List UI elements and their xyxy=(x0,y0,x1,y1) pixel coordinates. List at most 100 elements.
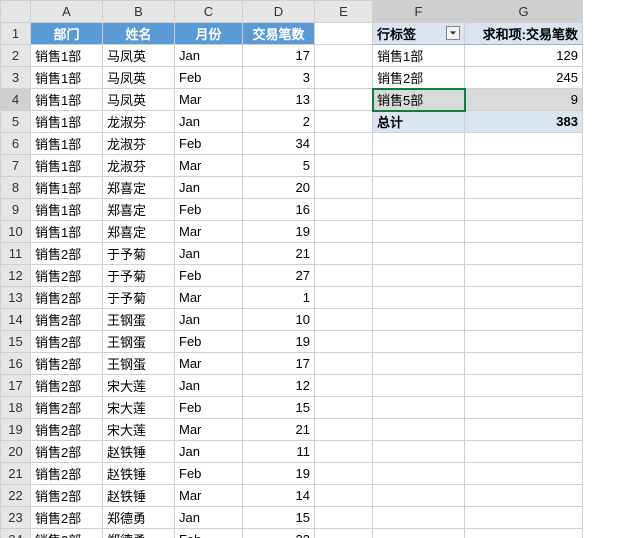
cell-A13[interactable]: 销售2部 xyxy=(31,287,103,309)
cell-C7[interactable]: Mar xyxy=(175,155,243,177)
cell-B24[interactable]: 郑德勇 xyxy=(103,529,175,538)
cell-E7[interactable] xyxy=(315,155,373,177)
main-header-A[interactable]: 部门 xyxy=(31,23,103,45)
cell-B8[interactable]: 郑喜定 xyxy=(103,177,175,199)
cell-C16[interactable]: Mar xyxy=(175,353,243,375)
cell-F6[interactable] xyxy=(373,133,465,155)
row-header-24[interactable]: 24 xyxy=(1,529,31,538)
cell-F9[interactable] xyxy=(373,199,465,221)
cell-E9[interactable] xyxy=(315,199,373,221)
cell-G18[interactable] xyxy=(465,397,583,419)
cell-A23[interactable]: 销售2部 xyxy=(31,507,103,529)
row-header-5[interactable]: 5 xyxy=(1,111,31,133)
cell-B5[interactable]: 龙淑芬 xyxy=(103,111,175,133)
main-header-D[interactable]: 交易笔数 xyxy=(243,23,315,45)
col-header-D[interactable]: D xyxy=(243,1,315,23)
cell-A20[interactable]: 销售2部 xyxy=(31,441,103,463)
cell-A2[interactable]: 销售1部 xyxy=(31,45,103,67)
cell-E4[interactable] xyxy=(315,89,373,111)
col-header-C[interactable]: C xyxy=(175,1,243,23)
cell-F14[interactable] xyxy=(373,309,465,331)
cell-E17[interactable] xyxy=(315,375,373,397)
cell-B7[interactable]: 龙淑芬 xyxy=(103,155,175,177)
cell-F11[interactable] xyxy=(373,243,465,265)
cell-E8[interactable] xyxy=(315,177,373,199)
row-header-9[interactable]: 9 xyxy=(1,199,31,221)
select-all-corner[interactable] xyxy=(1,1,31,23)
cell-B11[interactable]: 于予菊 xyxy=(103,243,175,265)
cell-B23[interactable]: 郑德勇 xyxy=(103,507,175,529)
cell-D12[interactable]: 27 xyxy=(243,265,315,287)
cell-F17[interactable] xyxy=(373,375,465,397)
cell-C22[interactable]: Mar xyxy=(175,485,243,507)
cell-D10[interactable]: 19 xyxy=(243,221,315,243)
cell-A18[interactable]: 销售2部 xyxy=(31,397,103,419)
row-header-7[interactable]: 7 xyxy=(1,155,31,177)
cell-D6[interactable]: 34 xyxy=(243,133,315,155)
cell-E19[interactable] xyxy=(315,419,373,441)
cell-F20[interactable] xyxy=(373,441,465,463)
cell-G13[interactable] xyxy=(465,287,583,309)
cell-E5[interactable] xyxy=(315,111,373,133)
cell-G24[interactable] xyxy=(465,529,583,538)
row-header-4[interactable]: 4 xyxy=(1,89,31,111)
cell-E22[interactable] xyxy=(315,485,373,507)
cell-B13[interactable]: 于予菊 xyxy=(103,287,175,309)
row-header-6[interactable]: 6 xyxy=(1,133,31,155)
col-header-F[interactable]: F xyxy=(373,1,465,23)
cell-F16[interactable] xyxy=(373,353,465,375)
cell-C17[interactable]: Jan xyxy=(175,375,243,397)
cell-A22[interactable]: 销售2部 xyxy=(31,485,103,507)
cell-A6[interactable]: 销售1部 xyxy=(31,133,103,155)
cell-E11[interactable] xyxy=(315,243,373,265)
cell-G21[interactable] xyxy=(465,463,583,485)
cell-G11[interactable] xyxy=(465,243,583,265)
pivot-row-value-2[interactable]: 9 xyxy=(465,89,583,111)
cell-D18[interactable]: 15 xyxy=(243,397,315,419)
cell-D20[interactable]: 11 xyxy=(243,441,315,463)
cell-B12[interactable]: 于予菊 xyxy=(103,265,175,287)
cell-C13[interactable]: Mar xyxy=(175,287,243,309)
cell-A12[interactable]: 销售2部 xyxy=(31,265,103,287)
col-header-E[interactable]: E xyxy=(315,1,373,23)
cell-F21[interactable] xyxy=(373,463,465,485)
cell-E10[interactable] xyxy=(315,221,373,243)
row-header-3[interactable]: 3 xyxy=(1,67,31,89)
cell-E14[interactable] xyxy=(315,309,373,331)
cell-E3[interactable] xyxy=(315,67,373,89)
cell-B15[interactable]: 王钢蛋 xyxy=(103,331,175,353)
cell-D5[interactable]: 2 xyxy=(243,111,315,133)
row-header-13[interactable]: 13 xyxy=(1,287,31,309)
cell-E6[interactable] xyxy=(315,133,373,155)
cell-D3[interactable]: 3 xyxy=(243,67,315,89)
pivot-row-label-0[interactable]: 销售1部 xyxy=(373,45,465,67)
cell-G14[interactable] xyxy=(465,309,583,331)
cell-G20[interactable] xyxy=(465,441,583,463)
cell-A17[interactable]: 销售2部 xyxy=(31,375,103,397)
cell-F18[interactable] xyxy=(373,397,465,419)
cell-C23[interactable]: Jan xyxy=(175,507,243,529)
cell-A24[interactable]: 销售2部 xyxy=(31,529,103,538)
cell-G8[interactable] xyxy=(465,177,583,199)
cell-A3[interactable]: 销售1部 xyxy=(31,67,103,89)
col-header-B[interactable]: B xyxy=(103,1,175,23)
cell-A11[interactable]: 销售2部 xyxy=(31,243,103,265)
cell-D19[interactable]: 21 xyxy=(243,419,315,441)
cell-A14[interactable]: 销售2部 xyxy=(31,309,103,331)
row-header-2[interactable]: 2 xyxy=(1,45,31,67)
cell-B19[interactable]: 宋大莲 xyxy=(103,419,175,441)
cell-C9[interactable]: Feb xyxy=(175,199,243,221)
cell-G19[interactable] xyxy=(465,419,583,441)
cell-B9[interactable]: 郑喜定 xyxy=(103,199,175,221)
cell-D22[interactable]: 14 xyxy=(243,485,315,507)
row-header-10[interactable]: 10 xyxy=(1,221,31,243)
col-header-A[interactable]: A xyxy=(31,1,103,23)
pivot-header-rowlabels[interactable]: 行标签 xyxy=(373,23,465,45)
cell-B16[interactable]: 王钢蛋 xyxy=(103,353,175,375)
cell-B18[interactable]: 宋大莲 xyxy=(103,397,175,419)
cell-F8[interactable] xyxy=(373,177,465,199)
cell-E20[interactable] xyxy=(315,441,373,463)
row-header-21[interactable]: 21 xyxy=(1,463,31,485)
cell-G12[interactable] xyxy=(465,265,583,287)
cell-C12[interactable]: Feb xyxy=(175,265,243,287)
